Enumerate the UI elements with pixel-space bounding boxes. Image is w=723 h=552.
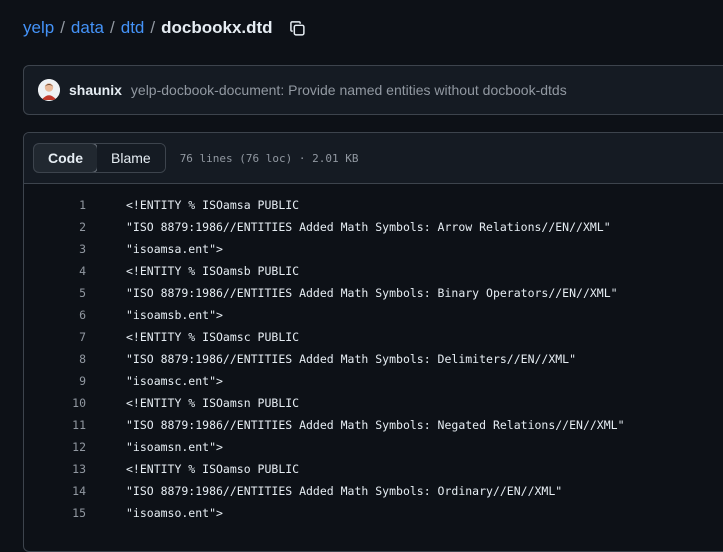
avatar[interactable]: [38, 79, 60, 101]
code-line: 2 "ISO 8879:1986//ENTITIES Added Math Sy…: [24, 216, 723, 238]
line-number[interactable]: 11: [24, 418, 86, 432]
line-content: <!ENTITY % ISOamsa PUBLIC: [126, 198, 300, 212]
line-content: "isoamsn.ent">: [126, 440, 223, 454]
code-line: 3 "isoamsa.ent">: [24, 238, 723, 260]
code-line: 11 "ISO 8879:1986//ENTITIES Added Math S…: [24, 414, 723, 436]
copy-path-button[interactable]: [288, 18, 308, 38]
line-number[interactable]: 2: [24, 220, 86, 234]
breadcrumb-repo-link[interactable]: yelp: [23, 18, 54, 38]
line-content: <!ENTITY % ISOamsb PUBLIC: [126, 264, 300, 278]
code-line: 5 "ISO 8879:1986//ENTITIES Added Math Sy…: [24, 282, 723, 304]
copy-icon: [290, 20, 305, 36]
file-header: Code Blame 76 lines (76 loc) · 2.01 KB: [24, 133, 723, 184]
code-line: 13 <!ENTITY % ISOamso PUBLIC: [24, 458, 723, 480]
line-number[interactable]: 3: [24, 242, 86, 256]
file-viewer: Code Blame 76 lines (76 loc) · 2.01 KB 1…: [23, 132, 723, 552]
latest-commit-bar: shaunix yelp-docbook-document: Provide n…: [23, 65, 723, 115]
line-number[interactable]: 8: [24, 352, 86, 366]
line-content: "ISO 8879:1986//ENTITIES Added Math Symb…: [126, 352, 577, 366]
line-content: "ISO 8879:1986//ENTITIES Added Math Symb…: [126, 220, 611, 234]
line-content: <!ENTITY % ISOamso PUBLIC: [126, 462, 300, 476]
line-number[interactable]: 13: [24, 462, 86, 476]
line-number[interactable]: 5: [24, 286, 86, 300]
line-content: "isoamsb.ent">: [126, 308, 223, 322]
code-line: 6 "isoamsb.ent">: [24, 304, 723, 326]
line-content: <!ENTITY % ISOamsc PUBLIC: [126, 330, 300, 344]
code-line: 4 <!ENTITY % ISOamsb PUBLIC: [24, 260, 723, 282]
code-line: 8 "ISO 8879:1986//ENTITIES Added Math Sy…: [24, 348, 723, 370]
line-number[interactable]: 4: [24, 264, 86, 278]
breadcrumb-separator: /: [60, 18, 65, 37]
line-content: "ISO 8879:1986//ENTITIES Added Math Symb…: [126, 484, 563, 498]
line-number[interactable]: 10: [24, 396, 86, 410]
code-line: 15 "isoamso.ent">: [24, 502, 723, 524]
breadcrumb-separator: /: [110, 18, 115, 37]
breadcrumb-separator: /: [150, 18, 156, 37]
code-line: 14 "ISO 8879:1986//ENTITIES Added Math S…: [24, 480, 723, 502]
line-content: "isoamso.ent">: [126, 506, 223, 520]
line-number[interactable]: 12: [24, 440, 86, 454]
commit-author-link[interactable]: shaunix: [69, 82, 122, 98]
breadcrumb-current-file: docbookx.dtd: [161, 18, 273, 37]
line-content: <!ENTITY % ISOamsn PUBLIC: [126, 396, 300, 410]
code-line: 1 <!ENTITY % ISOamsa PUBLIC: [24, 194, 723, 216]
line-content: "isoamsc.ent">: [126, 374, 223, 388]
commit-message-link[interactable]: yelp-docbook-document: Provide named ent…: [131, 82, 567, 98]
tab-code[interactable]: Code: [33, 144, 98, 172]
line-number[interactable]: 7: [24, 330, 86, 344]
code-line: 10 <!ENTITY % ISOamsn PUBLIC: [24, 392, 723, 414]
code-line: 9 "isoamsc.ent">: [24, 370, 723, 392]
line-number[interactable]: 6: [24, 308, 86, 322]
file-stats: 76 lines (76 loc) · 2.01 KB: [179, 151, 359, 165]
breadcrumb: yelp / data / dtd / docbookx.dtd: [23, 18, 308, 38]
breadcrumb-dtd-link[interactable]: dtd: [121, 18, 145, 38]
line-number[interactable]: 15: [24, 506, 86, 520]
line-content: "isoamsa.ent">: [126, 242, 223, 256]
code-area: 1 <!ENTITY % ISOamsa PUBLIC 2 "ISO 8879:…: [24, 184, 723, 524]
line-number[interactable]: 1: [24, 198, 86, 212]
code-line: 12 "isoamsn.ent">: [24, 436, 723, 458]
line-content: "ISO 8879:1986//ENTITIES Added Math Symb…: [126, 418, 625, 432]
tab-blame[interactable]: Blame: [97, 144, 165, 172]
line-content: "ISO 8879:1986//ENTITIES Added Math Symb…: [126, 286, 618, 300]
line-number[interactable]: 9: [24, 374, 86, 388]
breadcrumb-data-link[interactable]: data: [71, 18, 104, 38]
line-number[interactable]: 14: [24, 484, 86, 498]
view-mode-toggle: Code Blame: [33, 143, 166, 173]
code-line: 7 <!ENTITY % ISOamsc PUBLIC: [24, 326, 723, 348]
